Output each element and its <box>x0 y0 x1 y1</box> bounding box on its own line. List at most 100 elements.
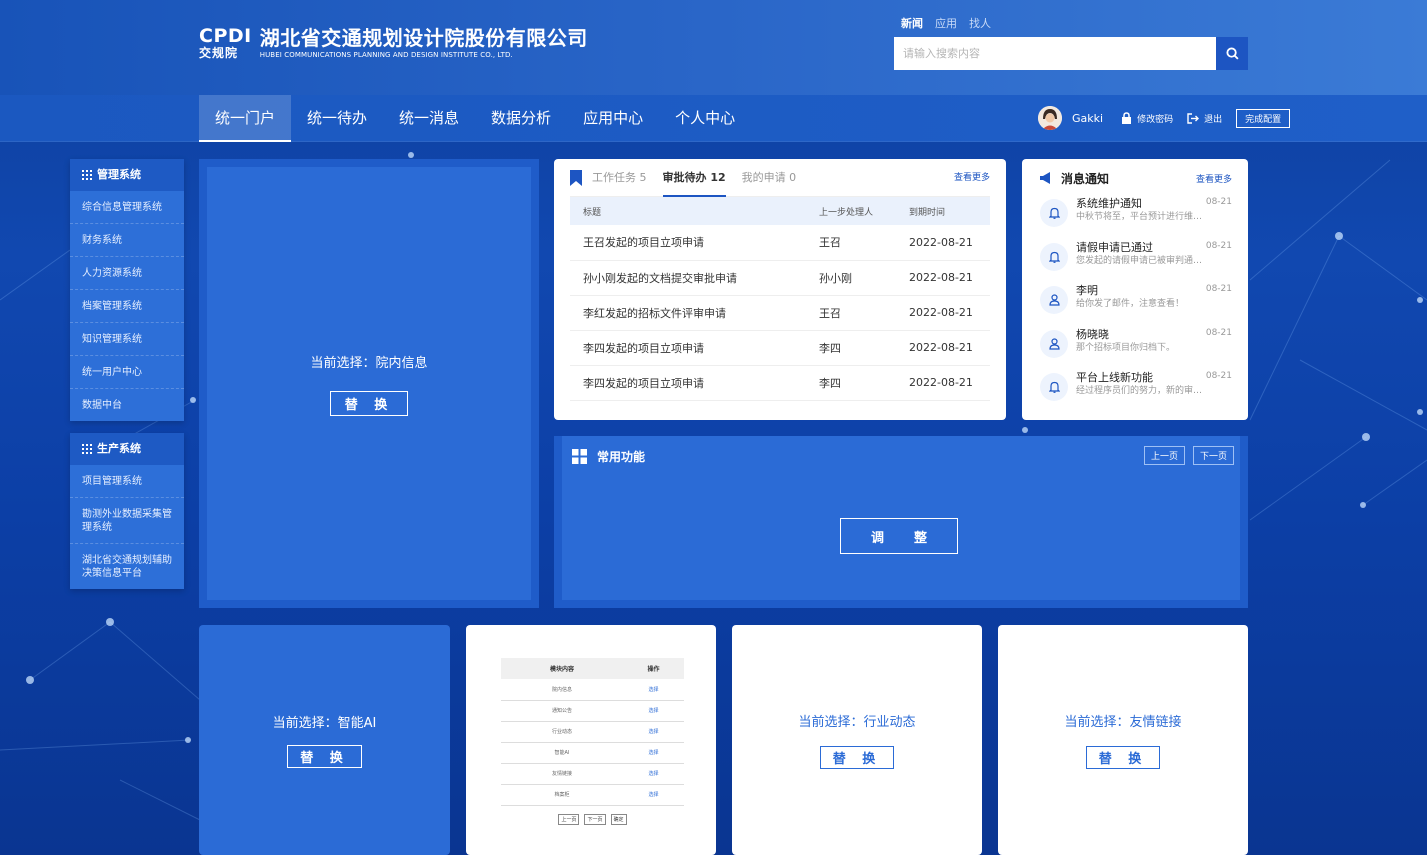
grid-icon <box>82 170 92 180</box>
nav-item-analytics[interactable]: 数据分析 <box>475 95 567 142</box>
table-row: 智能AI 选择 <box>501 742 684 764</box>
task-title[interactable]: 李红发起的招标文件评审申请 <box>570 295 806 331</box>
company-name: 湖北省交通规划设计院股份有限公司 <box>259 26 588 50</box>
task-title[interactable]: 王召发起的项目立项申请 <box>570 225 806 261</box>
choose-link[interactable]: 选择 <box>622 721 684 743</box>
logout-link[interactable]: 退出 <box>1187 112 1222 125</box>
lock-icon <box>1122 112 1132 124</box>
company-name-en: HUBEI COMMUNICATIONS PLANNING AND DESIGN… <box>259 51 513 59</box>
task-date: 2022-08-21 <box>896 330 990 366</box>
notice-item[interactable]: 杨晓晓 那个招标项目你归档下。 08-21 <box>1040 328 1232 372</box>
column-module: 模块内容 <box>501 658 623 679</box>
search-button[interactable] <box>1216 37 1248 70</box>
replace-button[interactable]: 替 换 <box>287 745 362 768</box>
notice-desc: 给你发了邮件，注意查看！ <box>1076 299 1185 309</box>
common-functions-panel: 常用功能 上一页 下一页 调整 <box>554 436 1248 608</box>
notice-item[interactable]: 平台上线新功能 经过程序员们的努力，新的审批功... 08-21 <box>1040 371 1232 415</box>
sidebar-item-integrated-info[interactable]: 综合信息管理系统 <box>70 191 184 224</box>
sidebar-item-survey-data[interactable]: 勘测外业数据采集管理系统 <box>70 498 184 544</box>
nav-item-messages[interactable]: 统一消息 <box>383 95 475 142</box>
table-row[interactable]: 李四发起的项目立项申请 李四 2022-08-21 <box>570 365 990 401</box>
mini-prev-button[interactable]: 上一页 <box>558 813 580 825</box>
nav-item-app-center[interactable]: 应用中心 <box>567 95 659 142</box>
avatar[interactable] <box>1038 106 1062 130</box>
main-module-card: 当前选择：院内信息 替 换 <box>199 159 539 608</box>
sidebar-item-knowledge[interactable]: 知识管理系统 <box>70 323 184 356</box>
change-password-link[interactable]: 修改密码 <box>1121 112 1173 125</box>
replace-button[interactable]: 替 换 <box>329 390 409 416</box>
notices-more-link[interactable]: 查看更多 <box>1196 172 1232 185</box>
table-row: 行业动态 选择 <box>501 721 684 743</box>
megaphone-icon <box>1040 172 1050 184</box>
production-title: 生产系统 <box>70 433 184 465</box>
sidebar-item-hr[interactable]: 人力资源系统 <box>70 257 184 290</box>
bell-icon <box>1048 381 1060 393</box>
search-tab-people[interactable]: 找人 <box>969 15 991 31</box>
prev-page-button[interactable]: 上一页 <box>1143 446 1185 465</box>
tab-my-applications[interactable]: 我的申请 0 <box>742 159 797 197</box>
task-handler: 孙小刚 <box>806 260 896 296</box>
tab-approval-todo[interactable]: 审批待办 12 <box>662 159 726 197</box>
table-row[interactable]: 孙小刚发起的文档提交审批申请 孙小刚 2022-08-21 <box>570 260 990 296</box>
mini-confirm-button[interactable]: 确定 <box>610 813 627 825</box>
grid-icon <box>82 444 92 454</box>
common-functions-title: 常用功能 <box>597 449 646 464</box>
task-title[interactable]: 李四发起的项目立项申请 <box>570 330 806 366</box>
user-name[interactable]: Gakki <box>1072 112 1103 125</box>
sidebar-item-archives[interactable]: 档案管理系统 <box>70 290 184 323</box>
sidebar-item-finance[interactable]: 财务系统 <box>70 224 184 257</box>
management-title: 管理系统 <box>70 159 184 191</box>
nav-item-personal[interactable]: 个人中心 <box>659 95 751 142</box>
notice-item[interactable]: 请假申请已通过 您发起的请假申请已被审判通过，... 08-21 <box>1040 241 1232 285</box>
choose-link[interactable]: 选择 <box>622 763 684 785</box>
production-systems-panel: 生产系统 项目管理系统 勘测外业数据采集管理系统 湖北省交通规划辅助决策信息平台 <box>70 433 184 589</box>
search-icon <box>1225 47 1239 60</box>
table-row[interactable]: 李四发起的项目立项申请 李四 2022-08-21 <box>570 330 990 366</box>
nav-item-portal[interactable]: 统一门户 <box>199 95 292 142</box>
notice-item[interactable]: 系统维护通知 中秋节将至，平台预计进行维护... 08-21 <box>1040 197 1232 241</box>
notice-desc: 中秋节将至，平台预计进行维护... <box>1076 212 1208 222</box>
notices-panel: 消息通知 查看更多 系统维护通知 中秋节将至，平台预计进行维护... 08-21… <box>1022 159 1248 420</box>
search-tab-apps[interactable]: 应用 <box>935 15 957 31</box>
choose-link[interactable]: 选择 <box>622 784 684 806</box>
sidebar-item-project-mgmt[interactable]: 项目管理系统 <box>70 465 184 498</box>
sidebar-item-data-platform[interactable]: 数据中台 <box>70 389 184 421</box>
bell-icon <box>1048 207 1060 219</box>
sidebar-item-user-center[interactable]: 统一用户中心 <box>70 356 184 389</box>
user-area: Gakki 修改密码 退出 完成配置 <box>1038 106 1291 130</box>
choose-link[interactable]: 选择 <box>622 679 684 701</box>
module-chooser-table: 模块内容 操作 院内信息 选择 通知公告 选择 行业动态 选择 智能AI 选择 友情链接… <box>501 658 684 825</box>
links-selection-label: 当前选择：友情链接 <box>1064 715 1182 730</box>
search-tab-news[interactable]: 新闻 <box>901 15 923 31</box>
tab-work-tasks[interactable]: 工作任务 5 <box>592 159 647 197</box>
table-row[interactable]: 李红发起的招标文件评审申请 王召 2022-08-21 <box>570 295 990 331</box>
next-page-button[interactable]: 下一页 <box>1192 446 1234 465</box>
notice-item[interactable]: 李明 给你发了邮件，注意查看！ 08-21 <box>1040 284 1232 328</box>
task-handler: 李四 <box>806 365 896 401</box>
adjust-button[interactable]: 调整 <box>840 518 958 554</box>
table-header-row: 标题 上一步处理人 到期时间 <box>570 197 990 225</box>
ai-selection-label: 当前选择：智能AI <box>272 716 377 731</box>
nav-item-todo[interactable]: 统一待办 <box>291 95 383 142</box>
brand-mark: CPDI <box>199 25 252 47</box>
tasks-more-link[interactable]: 查看更多 <box>954 159 990 197</box>
sidebar-item-decision-platform[interactable]: 湖北省交通规划辅助决策信息平台 <box>70 544 184 589</box>
task-title[interactable]: 李四发起的项目立项申请 <box>570 365 806 401</box>
management-systems-panel: 管理系统 综合信息管理系统 财务系统 人力资源系统 档案管理系统 知识管理系统 … <box>70 159 184 421</box>
notices-title: 消息通知 <box>1061 171 1110 186</box>
replace-button[interactable]: 替 换 <box>1085 746 1161 769</box>
brand-logo[interactable]: CPDI 交规院 湖北省交通规划设计院股份有限公司 HUBEI COMMUNIC… <box>199 26 588 60</box>
choose-link[interactable]: 选择 <box>622 700 684 722</box>
task-handler: 王召 <box>806 225 896 261</box>
done-config-button[interactable]: 完成配置 <box>1236 108 1291 128</box>
task-date: 2022-08-21 <box>896 225 990 261</box>
table-row[interactable]: 王召发起的项目立项申请 王召 2022-08-21 <box>570 225 990 261</box>
search-input[interactable] <box>894 37 1216 70</box>
task-title[interactable]: 孙小刚发起的文档提交审批申请 <box>570 260 806 296</box>
replace-button[interactable]: 替 换 <box>819 746 895 769</box>
mini-next-button[interactable]: 下一页 <box>584 813 606 825</box>
table-row: 通知公告 选择 <box>501 700 684 722</box>
notice-date: 08-21 <box>1205 284 1232 294</box>
choose-link[interactable]: 选择 <box>622 742 684 764</box>
user-icon <box>1048 294 1060 306</box>
